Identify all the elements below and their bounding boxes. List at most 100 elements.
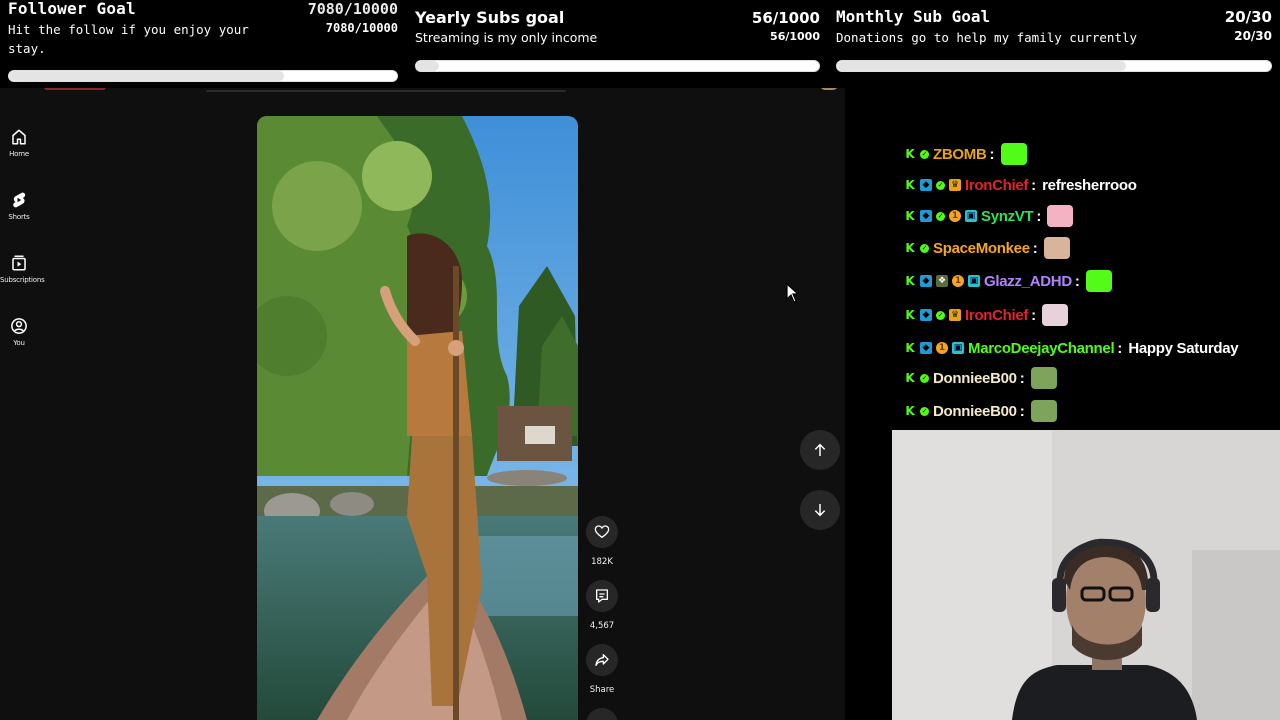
previous-video-button[interactable]	[800, 430, 840, 470]
chat-separator: :	[1036, 207, 1042, 225]
monthly-goal-description: Donations go to help my family currently	[836, 30, 1138, 45]
coin-badge-icon: 1	[949, 210, 961, 222]
kick-emote	[1000, 143, 1027, 165]
nav-label-shorts: Shorts	[8, 213, 30, 221]
chat-message: K ✓ DonnieeB00:	[904, 400, 1057, 422]
webcam-feed	[892, 430, 1280, 720]
chat-username[interactable]: Glazz_ADHD	[984, 273, 1072, 290]
nav-label-subscriptions: Subscriptions	[0, 276, 45, 284]
chat-separator: :	[1019, 402, 1025, 420]
chat-username[interactable]: MarcoDeejayChannel	[968, 340, 1115, 357]
chat-message: K ✓ SpaceMonkee:	[904, 237, 1070, 259]
webcam-image	[892, 430, 1280, 720]
chat-message: K ◆ ✓ ♛ IronChief: refresherrooo	[904, 175, 1137, 195]
home-icon	[12, 129, 26, 145]
next-video-button[interactable]	[800, 490, 840, 530]
nav-you[interactable]: You	[0, 317, 38, 347]
more-actions-button[interactable]	[584, 708, 620, 720]
chat-message: K ◆ ❖ 1 ▣ Glazz_ADHD:	[904, 270, 1112, 292]
coin-badge-icon: 1	[952, 275, 964, 287]
yearly-goal-title: Yearly Subs goal	[415, 8, 565, 27]
comments-button[interactable]: 4,567	[584, 580, 620, 631]
like-count: 182K	[591, 557, 613, 567]
comment-icon	[596, 589, 608, 603]
nav-label-home: Home	[9, 150, 29, 158]
gift-badge-icon: ▣	[965, 210, 977, 222]
chat-message: K ◆ 1 ▣ MarcoDeejayChannel: Happy Saturday	[904, 338, 1238, 358]
share-button[interactable]: Share	[584, 644, 620, 695]
chat-text: refresherrooo	[1042, 176, 1137, 194]
follower-goal-title: Follower Goal	[8, 0, 136, 18]
yearly-goal-count-small: 56/1000	[770, 30, 820, 43]
monthly-goal-title: Monthly Sub Goal	[836, 7, 991, 26]
chat-separator: :	[1074, 272, 1080, 290]
chat-separator: :	[1031, 306, 1037, 324]
yearly-goal-count: 56/1000	[751, 9, 820, 27]
youtube-logo[interactable]	[44, 88, 106, 90]
chat-username[interactable]: DonnieeB00	[933, 403, 1017, 420]
youtube-shorts-window: Home Shorts Subscriptions You 182K 4,567…	[0, 88, 845, 720]
short-video-player[interactable]	[257, 116, 578, 720]
monthly-goal-count-small: 20/30	[1234, 29, 1272, 43]
gift-badge-icon: ▣	[968, 275, 980, 287]
follower-goal-widget: Follower Goal 7080/10000 Hit the follow …	[8, 0, 398, 92]
kick-badge-icon: K	[905, 209, 915, 223]
moderator-badge-icon: ◆	[920, 309, 932, 321]
nav-shorts[interactable]: Shorts	[0, 191, 38, 221]
chat-username[interactable]: DonnieeB00	[933, 370, 1017, 387]
heart-creature-emote	[1042, 304, 1069, 326]
chat-separator: :	[1032, 239, 1038, 257]
yearly-goal-progress-bar	[415, 60, 820, 72]
youtube-topbar	[0, 88, 845, 96]
nav-home[interactable]: Home	[0, 128, 38, 158]
verified-badge-icon: ✓	[936, 310, 945, 320]
chat-username[interactable]: ZBOMB	[933, 146, 987, 163]
shorts-icon	[13, 192, 26, 208]
chat-username[interactable]: IronChief	[965, 307, 1028, 324]
chat-username[interactable]: IronChief	[965, 177, 1028, 194]
nav-subscriptions[interactable]: Subscriptions	[0, 254, 45, 284]
mouse-cursor-icon	[786, 283, 800, 303]
kick-badge-icon: K	[905, 404, 915, 418]
kick-logo-emote	[1085, 270, 1112, 292]
subscriptions-icon	[12, 255, 26, 271]
chat-message: K ✓ DonnieeB00:	[904, 367, 1057, 389]
you-icon	[11, 318, 27, 334]
comment-count: 4,567	[589, 621, 615, 631]
chat-username[interactable]: SynzVT	[981, 208, 1034, 225]
chat-message: K ✓ ZBOMB:	[904, 143, 1027, 165]
bug-badge-icon: ❖	[936, 275, 948, 287]
video-frame	[257, 116, 578, 720]
chat-separator: :	[989, 145, 995, 163]
yearly-goal-description: Streaming is my only income	[415, 30, 598, 45]
chat-username[interactable]: SpaceMonkee	[933, 240, 1030, 257]
kick-badge-icon: K	[905, 308, 915, 322]
follower-goal-count-small: 7080/10000	[325, 21, 398, 35]
share-icon	[595, 654, 609, 666]
monthly-sub-goal-widget: Monthly Sub Goal 20/30 Donations go to h…	[836, 0, 1272, 92]
kick-badge-icon: K	[905, 371, 915, 385]
avatar[interactable]	[820, 88, 838, 90]
follower-goal-progress-bar	[8, 70, 398, 82]
verified-badge-icon: ✓	[936, 211, 945, 221]
pink-creature-emote	[1047, 205, 1074, 227]
chat-text: Happy Saturday	[1128, 339, 1239, 357]
goblin-emote	[1030, 400, 1057, 422]
kick-badge-icon: K	[905, 178, 915, 192]
chat-message: K ◆ ✓ 1 ▣ SynzVT:	[904, 205, 1074, 227]
chat-separator: :	[1019, 369, 1025, 387]
moderator-badge-icon: ◆	[920, 275, 932, 287]
coin-badge-icon: 1	[936, 342, 948, 354]
kick-badge-icon: K	[905, 341, 915, 355]
nav-label-you: You	[13, 339, 25, 347]
moderator-badge-icon: ◆	[920, 342, 932, 354]
chat-separator: :	[1117, 339, 1123, 357]
verified-badge-icon: ✓	[920, 406, 929, 416]
gift-badge-icon: ▣	[952, 342, 964, 354]
search-bar[interactable]	[206, 90, 566, 92]
chat-message: K ◆ ✓ ♛ IronChief:	[904, 304, 1069, 326]
kick-badge-icon: K	[905, 147, 915, 161]
like-button[interactable]: 182K	[584, 516, 620, 567]
yearly-subs-goal-widget: Yearly Subs goal 56/1000 Streaming is my…	[415, 0, 820, 92]
monthly-goal-progress-bar	[836, 60, 1272, 72]
